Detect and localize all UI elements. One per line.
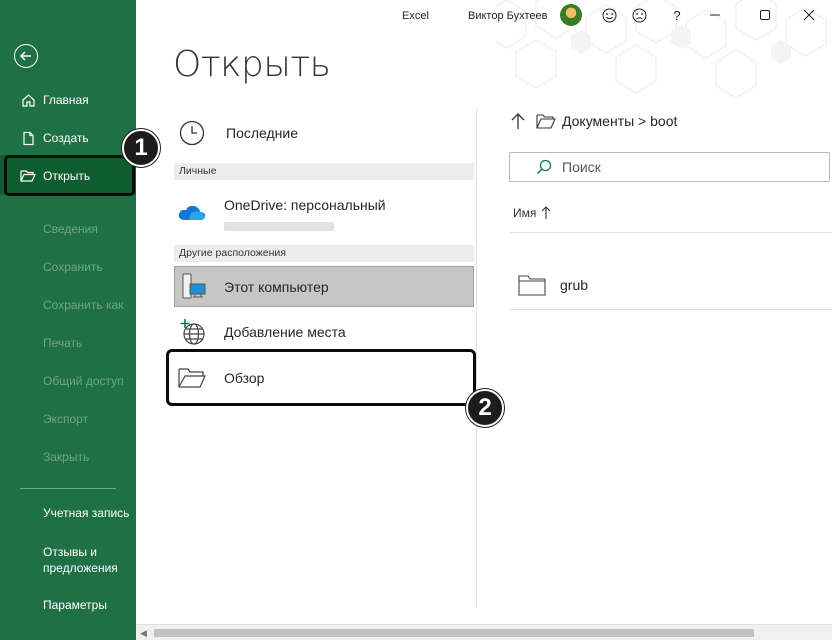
nav-save-as: Сохранить как	[0, 297, 136, 313]
close-icon[interactable]	[800, 6, 818, 24]
header-divider	[509, 232, 832, 233]
breadcrumb: Документы > boot	[510, 112, 677, 130]
nav-save: Сохранить	[0, 259, 136, 275]
backstage-sidebar: Главная Создать Открыть Сведения Сохрани…	[0, 0, 136, 640]
sort-arrow-icon	[541, 206, 551, 220]
location-recent[interactable]: Последние	[174, 117, 474, 149]
nav-options[interactable]: Параметры	[0, 597, 136, 613]
nav-print-label: Печать	[43, 336, 83, 350]
maximize-icon[interactable]	[756, 6, 774, 24]
onedrive-account-blurred	[224, 222, 334, 231]
avatar[interactable]	[560, 4, 582, 26]
minimize-icon[interactable]	[706, 6, 724, 24]
section-personal: Личные	[174, 163, 474, 180]
user-name[interactable]: Виктор Бухтеев	[468, 10, 547, 22]
location-onedrive-label: OneDrive: персональный	[224, 197, 386, 213]
step-badge-1: 1	[122, 129, 160, 167]
nav-info-label: Сведения	[43, 222, 98, 236]
horizontal-scrollbar[interactable]: ◀	[136, 624, 832, 640]
file-name: grub	[560, 277, 589, 293]
nav-feedback[interactable]: Отзывы и предложения	[0, 544, 136, 576]
new-document-icon	[20, 130, 36, 146]
nav-close: Закрыть	[0, 449, 136, 465]
annotation-outline-1	[4, 155, 135, 196]
app-name: Excel	[402, 10, 429, 22]
column-header-label: Имя	[513, 206, 537, 220]
nav-options-label: Параметры	[43, 598, 107, 612]
section-other: Другие расположения	[174, 245, 474, 262]
nav-feedback-label: Отзывы и предложения	[43, 545, 118, 575]
pane-divider	[476, 108, 477, 608]
add-globe-icon	[174, 317, 210, 347]
up-arrow-icon[interactable]	[510, 112, 526, 130]
smile-icon[interactable]	[600, 6, 618, 24]
scroll-left-icon[interactable]: ◀	[140, 628, 147, 639]
computer-icon	[174, 272, 210, 302]
back-button[interactable]	[14, 44, 38, 68]
page-title: Открыть	[173, 44, 331, 85]
nav-export: Экспорт	[0, 411, 136, 427]
search-icon	[536, 159, 552, 175]
nav-export-label: Экспорт	[43, 412, 89, 426]
nav-share: Общий доступ	[0, 373, 136, 389]
list-item[interactable]: grub	[509, 262, 832, 308]
home-icon	[20, 92, 36, 108]
step-badge-2: 2	[466, 389, 504, 427]
nav-account-label: Учетная запись	[43, 506, 130, 520]
location-recent-label: Последние	[226, 125, 299, 141]
location-add-place[interactable]: Добавление места	[174, 315, 474, 349]
title-bar: Excel Виктор Бухтеев ?	[136, 0, 832, 99]
clock-icon	[174, 118, 210, 148]
location-this-pc-label: Этот компьютер	[224, 279, 329, 295]
nav-new-label: Создать	[43, 131, 89, 145]
nav-home[interactable]: Главная	[0, 90, 136, 110]
back-arrow-icon	[19, 51, 31, 61]
column-header-name[interactable]: Имя	[513, 206, 551, 220]
folder-icon	[536, 113, 556, 129]
nav-account[interactable]: Учетная запись	[0, 505, 136, 521]
scrollbar-thumb[interactable]	[154, 629, 754, 637]
frown-icon[interactable]	[630, 6, 648, 24]
nav-info: Сведения	[0, 221, 136, 237]
location-this-pc[interactable]: Этот компьютер	[174, 270, 474, 304]
excel-window: Главная Создать Открыть Сведения Сохрани…	[0, 0, 832, 640]
search-input[interactable]	[562, 159, 802, 175]
breadcrumb-path[interactable]: Документы > boot	[562, 113, 677, 129]
location-add-place-label: Добавление места	[224, 324, 346, 340]
sidebar-divider	[20, 488, 116, 489]
annotation-outline-2	[166, 349, 476, 406]
search-box[interactable]	[509, 152, 830, 182]
help-icon[interactable]: ?	[668, 6, 686, 24]
nav-home-label: Главная	[43, 93, 89, 107]
row-divider	[509, 309, 832, 310]
nav-save-label: Сохранить	[43, 260, 103, 274]
nav-close-label: Закрыть	[43, 450, 90, 464]
folder-icon	[518, 274, 546, 296]
nav-print: Печать	[0, 335, 136, 351]
nav-new[interactable]: Создать	[0, 128, 136, 148]
onedrive-cloud-icon	[174, 198, 210, 228]
nav-save-as-label: Сохранить как	[43, 298, 124, 312]
nav-share-label: Общий доступ	[43, 374, 124, 388]
